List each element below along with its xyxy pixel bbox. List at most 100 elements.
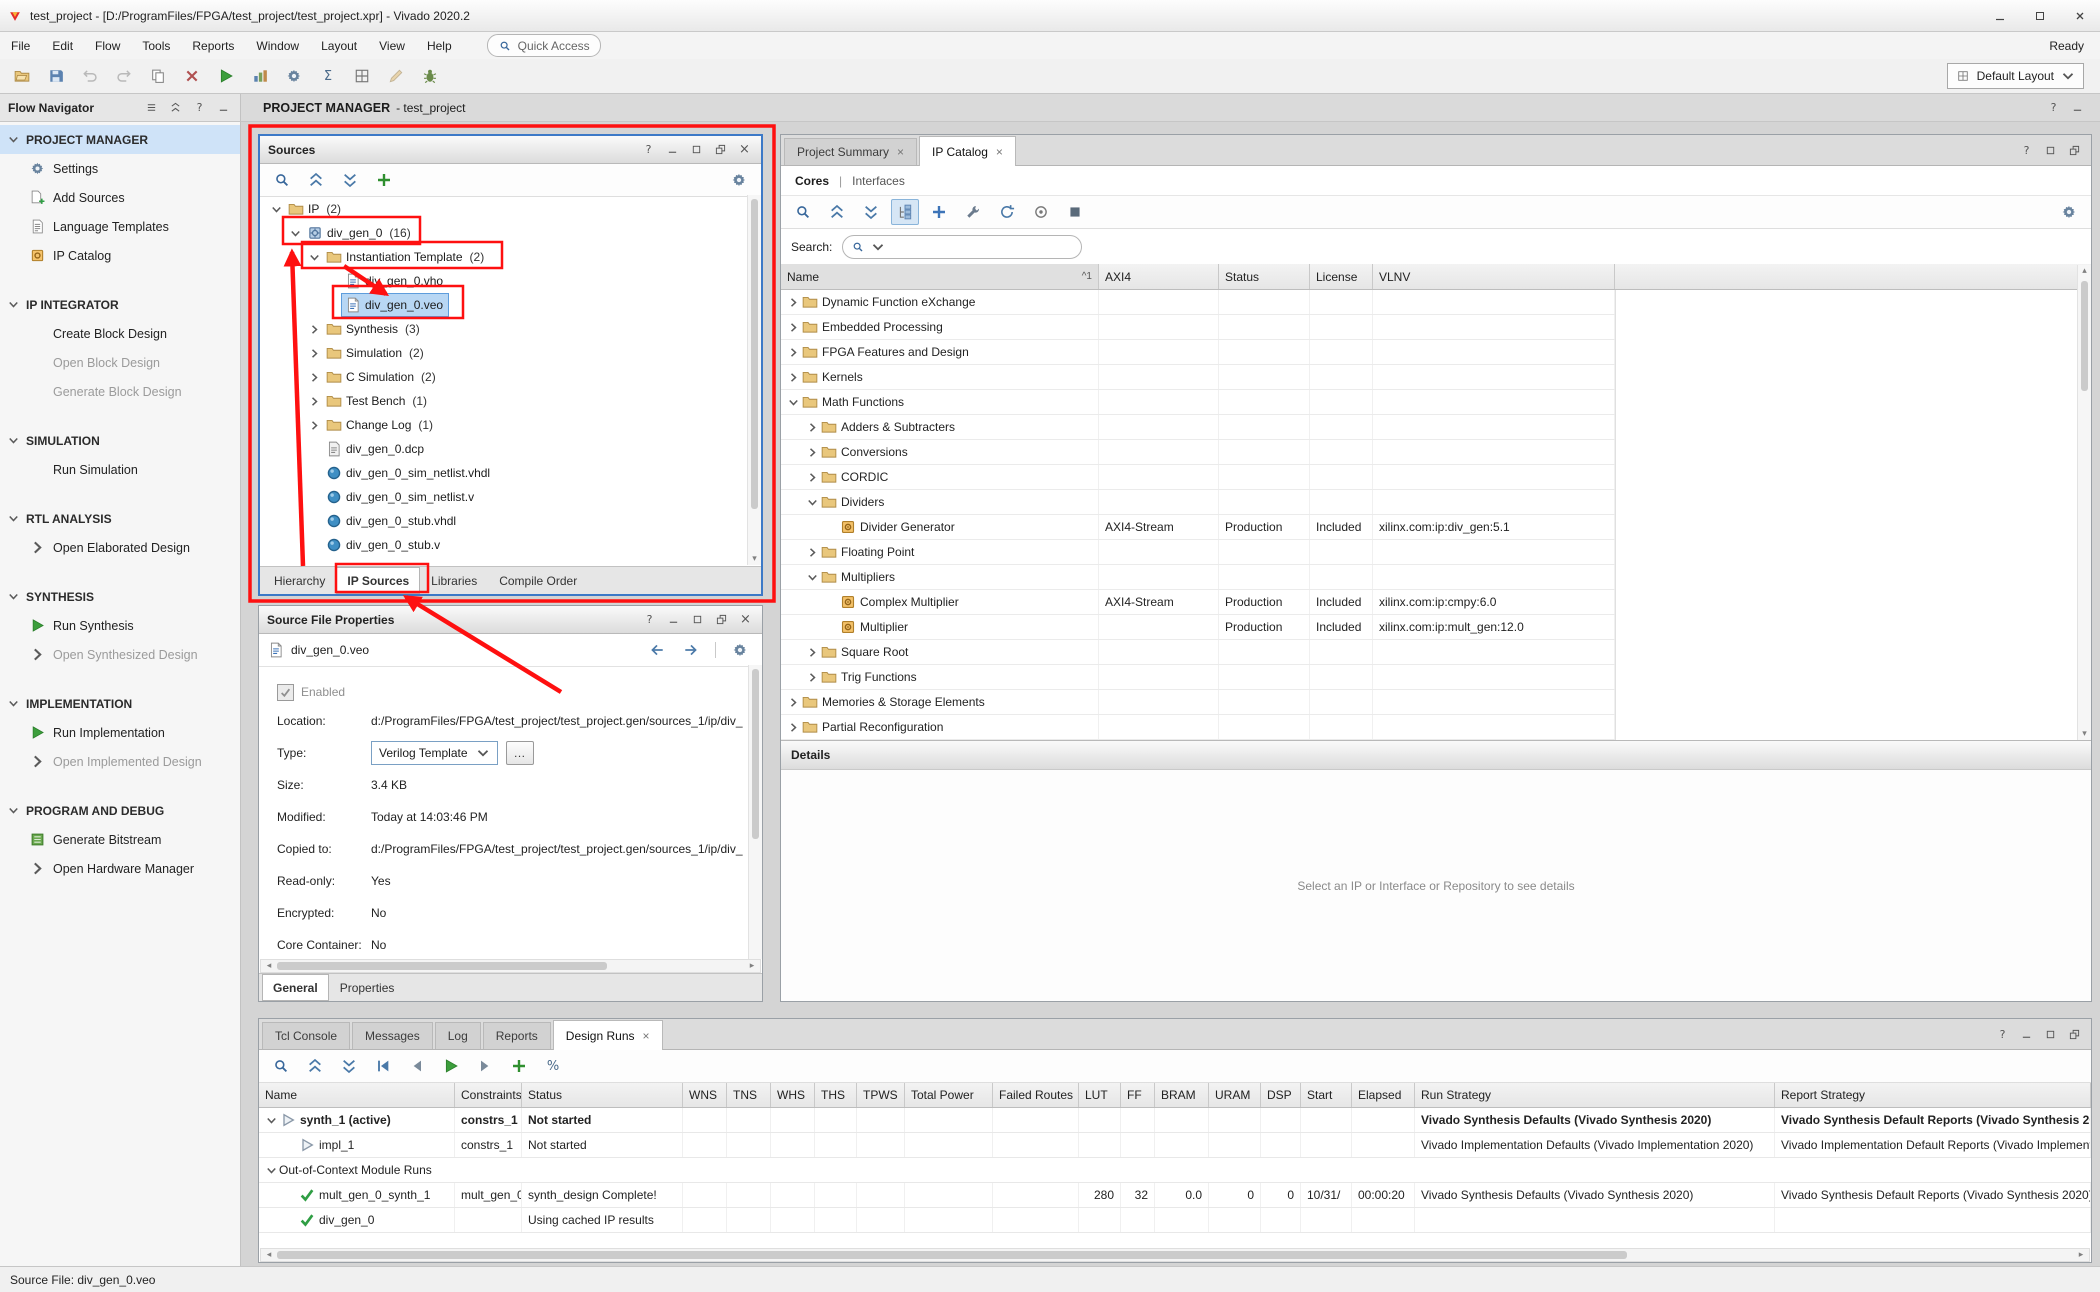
- expand-icon[interactable]: [28, 539, 46, 557]
- column-header-start[interactable]: Start: [1301, 1083, 1352, 1107]
- flow-section-ip-integrator[interactable]: IP INTEGRATOR: [0, 290, 240, 319]
- tree-item-div-gen-0-veo[interactable]: div_gen_0.veo: [260, 293, 761, 317]
- target-button[interactable]: [1027, 199, 1055, 225]
- settings-button[interactable]: [725, 167, 753, 193]
- minimize-button[interactable]: [2018, 1026, 2035, 1043]
- add-button[interactable]: [505, 1053, 533, 1079]
- flow-item-generate-block-design[interactable]: Generate Block Design: [0, 377, 240, 406]
- settings-button[interactable]: [726, 637, 754, 663]
- flow-item-settings[interactable]: Settings: [0, 154, 240, 183]
- flow-item-generate-bitstream[interactable]: Generate Bitstream: [0, 825, 240, 854]
- run-row-impl-1[interactable]: impl_1constrs_1Not startedVivado Impleme…: [259, 1133, 2091, 1158]
- step-forward-button[interactable]: [471, 1053, 499, 1079]
- catalog-row-math-functions[interactable]: Math Functions: [781, 390, 1615, 415]
- run-row-mult-gen-0-synth-1[interactable]: mult_gen_0_synth_1mult_gen_0synth_design…: [259, 1183, 2091, 1208]
- close-button[interactable]: ×: [737, 611, 754, 628]
- flow-item-open-synthesized-design[interactable]: Open Synthesized Design: [0, 640, 240, 669]
- catalog-row-adders-subtracters[interactable]: Adders & Subtracters: [781, 415, 1615, 440]
- tab-properties[interactable]: Properties: [329, 974, 406, 1001]
- expander-icon[interactable]: [804, 547, 820, 558]
- settings-button[interactable]: [280, 63, 308, 89]
- expander-icon[interactable]: [804, 422, 820, 433]
- enabled-checkbox[interactable]: [277, 684, 294, 701]
- tree-item-div-gen-0-sim-netlist-vhdl[interactable]: div_gen_0_sim_netlist.vhdl: [260, 461, 761, 485]
- flow-item-ip-catalog[interactable]: IP Catalog: [0, 241, 240, 270]
- menu-tools[interactable]: Tools: [131, 32, 181, 59]
- expander-icon[interactable]: [785, 697, 801, 708]
- tab-reports[interactable]: Reports: [483, 1022, 551, 1049]
- column-header-name[interactable]: Name^1: [781, 264, 1099, 289]
- flow-item-run-simulation[interactable]: Run Simulation: [0, 455, 240, 484]
- column-header-failed-routes[interactable]: Failed Routes: [993, 1083, 1079, 1107]
- more-options-button[interactable]: …: [506, 741, 534, 765]
- help-button[interactable]: ?: [640, 141, 657, 158]
- column-header-status[interactable]: Status: [522, 1083, 683, 1107]
- window-minimize-button[interactable]: [1980, 0, 2020, 31]
- expander-icon[interactable]: [804, 647, 820, 658]
- expander-icon[interactable]: [785, 372, 801, 383]
- flow-report-button[interactable]: [246, 63, 274, 89]
- scroll-down-icon[interactable]: ▾: [748, 554, 761, 564]
- runs-horizontal-scrollbar[interactable]: ◂ ▸: [260, 1248, 2090, 1262]
- minimize-button[interactable]: [665, 611, 682, 628]
- ip-search-input[interactable]: [842, 235, 1082, 259]
- catalog-vertical-scrollbar[interactable]: ▴ ▾: [2077, 265, 2091, 740]
- menu-layout[interactable]: Layout: [310, 32, 368, 59]
- column-header-ths[interactable]: THS: [815, 1083, 857, 1107]
- tab-project-summary[interactable]: Project Summary×: [784, 138, 917, 165]
- scrollbar-thumb[interactable]: [277, 1251, 1627, 1259]
- flow-section-simulation[interactable]: SIMULATION: [0, 426, 240, 455]
- tree-item-div-gen-0-sim-netlist-v[interactable]: div_gen_0_sim_netlist.v: [260, 485, 761, 509]
- column-header-axi4[interactable]: AXI4: [1099, 264, 1219, 289]
- redo-button[interactable]: [110, 63, 138, 89]
- catalog-row-multipliers[interactable]: Multipliers: [781, 565, 1615, 590]
- help-button[interactable]: ?: [191, 99, 208, 116]
- tab-hierarchy[interactable]: Hierarchy: [263, 567, 336, 594]
- float-button[interactable]: [2066, 1026, 2083, 1043]
- window-maximize-button[interactable]: [2020, 0, 2060, 31]
- float-button[interactable]: [2066, 142, 2083, 159]
- scroll-left-icon[interactable]: ◂: [263, 961, 275, 971]
- flow-item-open-implemented-design[interactable]: Open Implemented Design: [0, 747, 240, 776]
- flow-section-project-manager[interactable]: PROJECT MANAGER: [0, 125, 240, 154]
- catalog-row-floating-point[interactable]: Floating Point: [781, 540, 1615, 565]
- customize-button[interactable]: [959, 199, 987, 225]
- undo-button[interactable]: [76, 63, 104, 89]
- catalog-row-dynamic-function-exchange[interactable]: Dynamic Function eXchange: [781, 290, 1615, 315]
- expand-all-button[interactable]: [857, 199, 885, 225]
- expander-icon[interactable]: [785, 397, 801, 408]
- flow-section-program-and-debug[interactable]: PROGRAM AND DEBUG: [0, 796, 240, 825]
- minimize-button[interactable]: [664, 141, 681, 158]
- tree-item-synthesis[interactable]: Synthesis(3): [260, 317, 761, 341]
- catalog-row-cordic[interactable]: CORDIC: [781, 465, 1615, 490]
- expander-icon[interactable]: [804, 497, 820, 508]
- tree-item-simulation[interactable]: Simulation(2): [260, 341, 761, 365]
- tree-item-c-simulation[interactable]: C Simulation(2): [260, 365, 761, 389]
- catalog-row-partial-reconfiguration[interactable]: Partial Reconfiguration: [781, 715, 1615, 740]
- save-button[interactable]: [42, 63, 70, 89]
- menu-edit[interactable]: Edit: [41, 32, 84, 59]
- column-header-lut[interactable]: LUT: [1079, 1083, 1121, 1107]
- catalog-row-multiplier[interactable]: MultiplierProductionIncludedxilinx.com:i…: [781, 615, 1615, 640]
- column-header-total-power[interactable]: Total Power: [905, 1083, 993, 1107]
- sum-button[interactable]: Σ: [314, 63, 342, 89]
- column-header-vlnv[interactable]: VLNV: [1373, 264, 1615, 289]
- scrollbar-thumb[interactable]: [751, 199, 758, 509]
- run-button[interactable]: [212, 63, 240, 89]
- column-header-tns[interactable]: TNS: [727, 1083, 771, 1107]
- minimize-button[interactable]: [215, 99, 232, 116]
- scroll-left-icon[interactable]: ◂: [263, 1250, 275, 1260]
- tab-ip-sources[interactable]: IP Sources: [336, 567, 420, 594]
- menu-file[interactable]: File: [0, 32, 41, 59]
- expander-icon[interactable]: [306, 324, 322, 335]
- tab-close-icon[interactable]: ×: [897, 145, 904, 159]
- catalog-row-conversions[interactable]: Conversions: [781, 440, 1615, 465]
- section-collapse-icon[interactable]: [8, 698, 20, 709]
- maximize-button[interactable]: [688, 141, 705, 158]
- tree-item-ip[interactable]: IP(2): [260, 197, 761, 221]
- expander-icon[interactable]: [268, 204, 284, 215]
- previous-object-button[interactable]: [643, 637, 671, 663]
- scrollbar-thumb[interactable]: [752, 669, 759, 839]
- catalog-row-kernels[interactable]: Kernels: [781, 365, 1615, 390]
- menu-view[interactable]: View: [368, 32, 416, 59]
